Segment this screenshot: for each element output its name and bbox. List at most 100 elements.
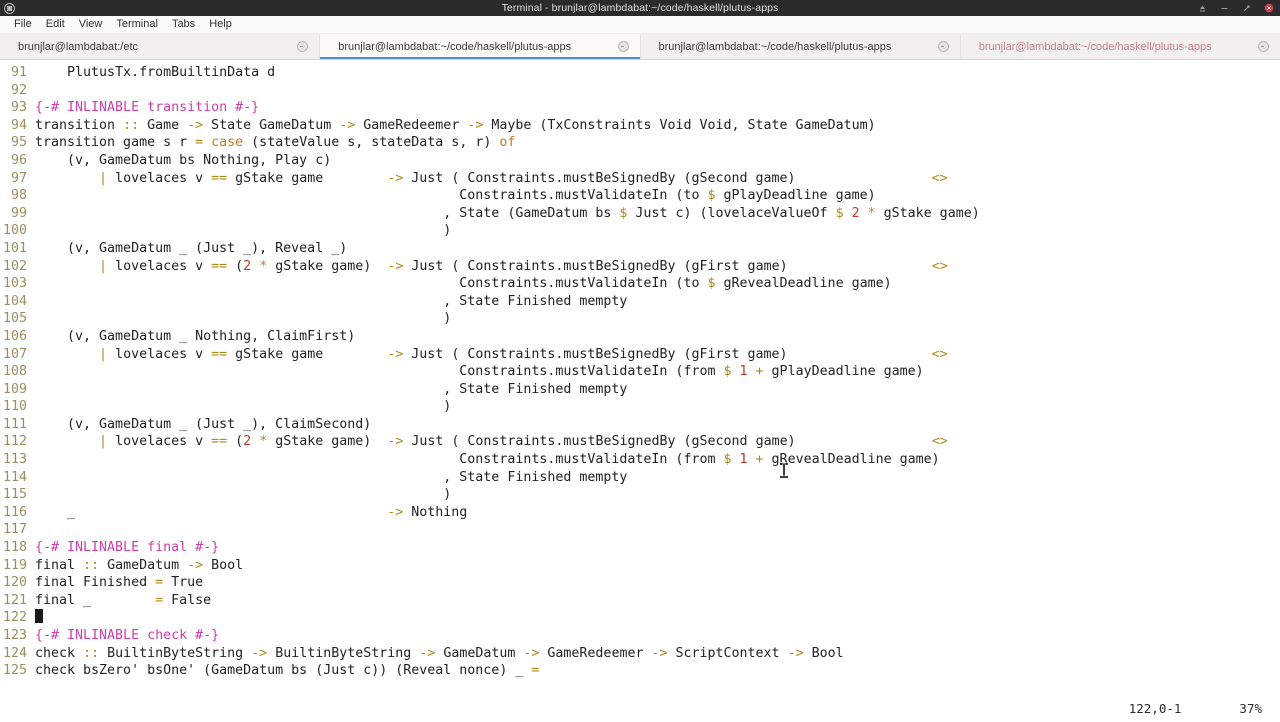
code-line: 111 (v, GameDatum _ (Just _), ClaimSecon… xyxy=(0,416,1280,434)
scroll-percent: 37% xyxy=(1239,700,1262,718)
tab-close-icon[interactable] xyxy=(1258,41,1269,52)
tab-close-icon[interactable] xyxy=(938,41,949,52)
code-line: 92 xyxy=(0,82,1280,100)
minimize-icon[interactable] xyxy=(1197,3,1208,14)
line-number: 109 xyxy=(0,381,27,399)
terminal-tab-2[interactable]: brunjlar@lambdabat:~/code/haskell/plutus… xyxy=(320,34,640,59)
terminal-viewport[interactable]: 91 PlutusTx.fromBuiltinData d9293{-# INL… xyxy=(0,60,1280,722)
code-line: 114 , State Finished mempty xyxy=(0,469,1280,487)
menu-terminal[interactable]: Terminal xyxy=(109,16,165,33)
code-line: 119final :: GameDatum -> Bool xyxy=(0,557,1280,575)
maximize-window-icon[interactable] xyxy=(1241,3,1252,14)
minimize-window-icon[interactable] xyxy=(1219,3,1230,14)
line-number: 120 xyxy=(0,574,27,592)
menu-edit[interactable]: Edit xyxy=(39,16,72,33)
terminal-tabbar: brunjlar@lambdabat:/etc brunjlar@lambdab… xyxy=(0,34,1280,60)
line-number: 94 xyxy=(0,117,27,135)
line-number: 99 xyxy=(0,205,27,223)
code-line: 96 (v, GameDatum bs Nothing, Play c) xyxy=(0,152,1280,170)
code-line: 100 ) xyxy=(0,222,1280,240)
code-line: 121final _ = False xyxy=(0,592,1280,610)
line-number: 101 xyxy=(0,240,27,258)
editor-statusbar: 122,0-1 37% xyxy=(0,696,1280,722)
terminal-icon xyxy=(2,1,16,15)
tab-close-icon[interactable] xyxy=(618,41,629,52)
line-number: 107 xyxy=(0,346,27,364)
line-number: 93 xyxy=(0,99,27,117)
menu-file[interactable]: File xyxy=(7,16,39,33)
code-line: 120final Finished = True xyxy=(0,574,1280,592)
code-line: 97 | lovelaces v == gStake game -> Just … xyxy=(0,170,1280,188)
editor-code-area[interactable]: 91 PlutusTx.fromBuiltinData d9293{-# INL… xyxy=(0,64,1280,680)
code-line: 124check :: BuiltinByteString -> Builtin… xyxy=(0,645,1280,663)
code-line: 113 Constraints.mustValidateIn (from $ 1… xyxy=(0,451,1280,469)
line-number: 117 xyxy=(0,521,27,539)
code-line: 123{-# INLINABLE check #-} xyxy=(0,627,1280,645)
line-number: 116 xyxy=(0,504,27,522)
code-line: 118{-# INLINABLE final #-} xyxy=(0,539,1280,557)
code-line: 115 ) xyxy=(0,486,1280,504)
code-line: 105 ) xyxy=(0,310,1280,328)
line-number: 115 xyxy=(0,486,27,504)
code-line: 109 , State Finished mempty xyxy=(0,381,1280,399)
line-number: 100 xyxy=(0,222,27,240)
window-titlebar[interactable]: Terminal - brunjlar@lambdabat:~/code/has… xyxy=(0,0,1280,16)
menu-tabs[interactable]: Tabs xyxy=(165,16,202,33)
line-number: 98 xyxy=(0,187,27,205)
line-number: 105 xyxy=(0,310,27,328)
line-number: 114 xyxy=(0,469,27,487)
line-number: 103 xyxy=(0,275,27,293)
code-line: 122 xyxy=(0,609,1280,627)
line-number: 92 xyxy=(0,82,27,100)
line-number: 91 xyxy=(0,64,27,82)
tab-label: brunjlar@lambdabat:~/code/haskell/plutus… xyxy=(961,41,1212,53)
terminal-tab-4[interactable]: brunjlar@lambdabat:~/code/haskell/plutus… xyxy=(961,34,1280,59)
code-line: 107 | lovelaces v == gStake game -> Just… xyxy=(0,346,1280,364)
line-number: 125 xyxy=(0,662,27,680)
tab-label: brunjlar@lambdabat:~/code/haskell/plutus… xyxy=(320,41,571,53)
code-line: 98 Constraints.mustValidateIn (to $ gPla… xyxy=(0,187,1280,205)
line-number: 111 xyxy=(0,416,27,434)
code-line: 104 , State Finished mempty xyxy=(0,293,1280,311)
code-line: 117 xyxy=(0,521,1280,539)
window-title: Terminal - brunjlar@lambdabat:~/code/has… xyxy=(0,2,1280,14)
code-line: 108 Constraints.mustValidateIn (from $ 1… xyxy=(0,363,1280,381)
line-number: 102 xyxy=(0,258,27,276)
line-number: 110 xyxy=(0,398,27,416)
tab-close-icon[interactable] xyxy=(297,41,308,52)
close-window-icon[interactable] xyxy=(1263,3,1274,14)
code-line: 99 , State (GameDatum bs $ Just c) (love… xyxy=(0,205,1280,223)
terminal-tab-1[interactable]: brunjlar@lambdabat:/etc xyxy=(0,34,320,59)
code-line: 91 PlutusTx.fromBuiltinData d xyxy=(0,64,1280,82)
code-line: 116 _ -> Nothing xyxy=(0,504,1280,522)
line-number: 106 xyxy=(0,328,27,346)
menu-help[interactable]: Help xyxy=(202,16,239,33)
window-controls xyxy=(1197,3,1280,14)
code-line: 110 ) xyxy=(0,398,1280,416)
line-number: 119 xyxy=(0,557,27,575)
code-line: 125check bsZero' bsOne' (GameDatum bs (J… xyxy=(0,662,1280,680)
code-line: 102 | lovelaces v == (2 * gStake game) -… xyxy=(0,258,1280,276)
code-line: 95transition game s r = case (stateValue… xyxy=(0,134,1280,152)
line-number: 96 xyxy=(0,152,27,170)
line-number: 122 xyxy=(0,609,27,627)
code-line: 94transition :: Game -> State GameDatum … xyxy=(0,117,1280,135)
tab-label: brunjlar@lambdabat:/etc xyxy=(0,41,138,53)
code-line: 112 | lovelaces v == (2 * gStake game) -… xyxy=(0,433,1280,451)
line-number: 112 xyxy=(0,433,27,451)
tab-label: brunjlar@lambdabat:~/code/haskell/plutus… xyxy=(641,41,892,53)
line-number: 124 xyxy=(0,645,27,663)
menubar: File Edit View Terminal Tabs Help xyxy=(0,16,1280,34)
line-number: 113 xyxy=(0,451,27,469)
line-number: 108 xyxy=(0,363,27,381)
line-number: 121 xyxy=(0,592,27,610)
line-number: 97 xyxy=(0,170,27,188)
line-number: 118 xyxy=(0,539,27,557)
cursor-position: 122,0-1 xyxy=(1129,700,1182,718)
line-number: 123 xyxy=(0,627,27,645)
code-line: 103 Constraints.mustValidateIn (to $ gRe… xyxy=(0,275,1280,293)
line-number: 95 xyxy=(0,134,27,152)
code-line: 101 (v, GameDatum _ (Just _), Reveal _) xyxy=(0,240,1280,258)
menu-view[interactable]: View xyxy=(72,16,110,33)
terminal-tab-3[interactable]: brunjlar@lambdabat:~/code/haskell/plutus… xyxy=(641,34,961,59)
